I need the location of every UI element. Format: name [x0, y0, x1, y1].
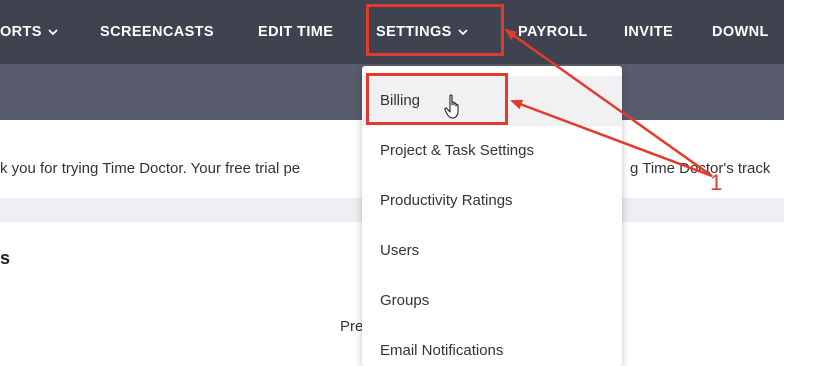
- menu-item-label: Productivity Ratings: [380, 192, 513, 209]
- nav-item-label: INVITE: [624, 24, 674, 40]
- page-edge-gap: [784, 0, 830, 360]
- trial-banner-text-right: g Time Doctor's track: [630, 160, 771, 177]
- menu-item-project-task-settings[interactable]: Project & Task Settings: [362, 126, 622, 176]
- menu-item-email-notifications[interactable]: Email Notifications: [362, 326, 622, 366]
- menu-item-label: Email Notifications: [380, 342, 504, 359]
- nav-item-label: PAYROLL: [518, 24, 588, 40]
- menu-item-label: Groups: [380, 292, 430, 309]
- chevron-down-icon: [48, 29, 58, 36]
- menu-item-label: Users: [380, 242, 420, 259]
- nav-item-screencasts[interactable]: SCREENCASTS: [100, 0, 214, 64]
- settings-highlight-box: [366, 4, 504, 56]
- page-heading: s: [0, 248, 11, 268]
- partial-text: Pre: [340, 318, 364, 335]
- nav-item-label: ORTS: [0, 24, 42, 40]
- annotation-number: 1: [710, 170, 723, 195]
- nav-item-payroll[interactable]: PAYROLL: [518, 0, 588, 64]
- menu-item-productivity-ratings[interactable]: Productivity Ratings: [362, 176, 622, 226]
- nav-item-edit-time[interactable]: EDIT TIME: [258, 0, 333, 64]
- menu-item-users[interactable]: Users: [362, 226, 622, 276]
- menu-item-label: Project & Task Settings: [380, 142, 534, 159]
- nav-item-label: DOWNL: [712, 24, 769, 40]
- nav-item-label: EDIT TIME: [258, 24, 334, 40]
- nav-item-download[interactable]: DOWNL: [712, 0, 769, 64]
- nav-item-invite[interactable]: INVITE: [624, 0, 673, 64]
- billing-highlight-box: [366, 73, 508, 125]
- menu-item-groups[interactable]: Groups: [362, 276, 622, 326]
- nav-item-reports[interactable]: ORTS: [0, 0, 58, 64]
- nav-item-label: SCREENCASTS: [100, 24, 214, 40]
- trial-banner-text: k you for trying Time Doctor. Your free …: [0, 160, 301, 177]
